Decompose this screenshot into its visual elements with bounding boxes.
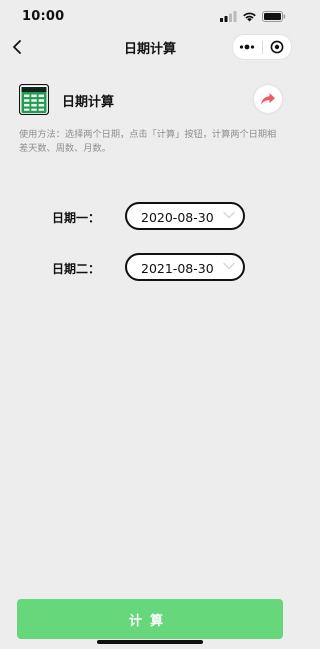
status-bar: 10:00: [0, 0, 300, 34]
date-one-picker[interactable]: 2020-08-30: [125, 202, 245, 230]
date-two-value: 2021-08-30: [141, 261, 214, 276]
header-row: 日期计算: [19, 84, 290, 116]
date-row-1: 日期一： 2020-08-30: [52, 202, 252, 232]
status-time: 10:00: [22, 9, 65, 24]
mini-program-capsule: [232, 34, 292, 60]
date-row-2: 日期二： 2021-08-30: [52, 253, 252, 283]
home-indicator: [97, 640, 203, 644]
battery-icon: [262, 11, 286, 22]
date-two-picker[interactable]: 2021-08-30: [125, 253, 245, 281]
close-circle-icon: [270, 40, 284, 54]
chevron-down-icon: [223, 211, 235, 219]
navigation-bar: 日期计算: [0, 34, 300, 62]
chevron-down-icon: [223, 262, 235, 270]
more-button[interactable]: [233, 35, 262, 59]
more-dots-icon: [240, 44, 255, 50]
date-one-label: 日期一：: [52, 211, 101, 225]
wifi-icon: [243, 12, 256, 22]
signal-icon: [220, 11, 237, 22]
calculate-button[interactable]: 计算: [17, 599, 283, 639]
status-icons: [220, 11, 286, 22]
spreadsheet-icon: [19, 84, 49, 115]
usage-instructions: 使用方法：选择两个日期，点击「计算」按钮，计算两个日期相差天数、周数、月数。: [19, 129, 277, 154]
date-two-label: 日期二：: [52, 262, 101, 276]
close-button[interactable]: [263, 35, 292, 59]
share-button[interactable]: [254, 85, 282, 113]
date-one-value: 2020-08-30: [141, 210, 214, 225]
share-arrow-icon: [261, 93, 275, 105]
page-title: 日期计算: [62, 95, 115, 110]
